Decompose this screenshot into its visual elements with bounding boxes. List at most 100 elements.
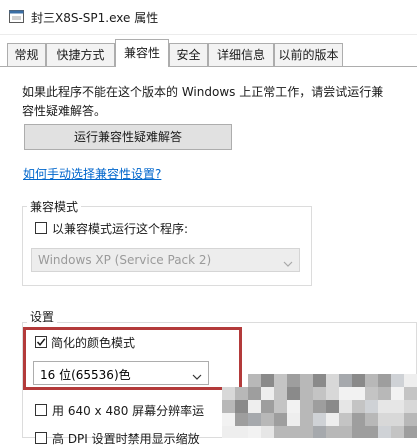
os-version-select-value: Windows XP (Service Pack 2) xyxy=(38,253,212,267)
tab-strip: 常规 快捷方式 兼容性 安全 详细信息 以前的版本 xyxy=(0,39,417,67)
watermark-pixel xyxy=(378,400,391,413)
watermark-pixel xyxy=(326,374,339,387)
res-640-checkbox[interactable] xyxy=(35,404,47,416)
watermark-pixel xyxy=(300,400,313,413)
watermark-pixel xyxy=(287,413,300,426)
watermark-pixel xyxy=(326,400,339,413)
watermark-pixel xyxy=(339,387,352,400)
highlight-annotation-box xyxy=(23,327,242,390)
watermark-pixel xyxy=(261,413,274,426)
watermark-pixel xyxy=(391,413,404,426)
title-divider xyxy=(0,34,417,35)
watermark-pixel xyxy=(222,413,235,426)
watermark-pixel xyxy=(339,400,352,413)
os-version-select[interactable]: Windows XP (Service Pack 2) xyxy=(31,248,300,272)
watermark-pixel xyxy=(248,387,261,400)
watermark-pixel xyxy=(313,387,326,400)
watermark-pixel xyxy=(274,400,287,413)
run-troubleshooter-button[interactable]: 运行兼容性疑难解答 xyxy=(24,124,232,150)
compat-mode-checkbox-label: 以兼容模式运行这个程序: xyxy=(52,222,189,236)
watermark-pixel xyxy=(404,426,417,438)
watermark-pixel xyxy=(222,387,235,400)
watermark-pixel xyxy=(248,374,261,387)
watermark-pixel xyxy=(365,426,378,438)
tab-compatibility[interactable]: 兼容性 xyxy=(115,39,169,67)
watermark-pixel xyxy=(248,400,261,413)
window-title: 封三X8S-SP1.exe 属性 xyxy=(31,11,159,25)
compat-mode-group xyxy=(22,206,312,286)
watermark-pixel xyxy=(352,374,365,387)
watermark-pixel xyxy=(235,400,248,413)
manual-settings-link[interactable]: 如何手动选择兼容性设置? xyxy=(23,165,161,182)
compat-mode-group-label: 兼容模式 xyxy=(27,198,82,215)
watermark-pixel xyxy=(313,400,326,413)
watermark-pixel xyxy=(300,374,313,387)
watermark-pixel xyxy=(287,400,300,413)
watermark-pixel xyxy=(352,413,365,426)
watermark-pixel xyxy=(313,374,326,387)
watermark-pixel xyxy=(365,400,378,413)
watermark-pixel xyxy=(326,387,339,400)
tab-shortcut[interactable]: 快捷方式 xyxy=(46,43,115,66)
watermark-pixel xyxy=(391,426,404,438)
watermark-pixel xyxy=(274,374,287,387)
watermark-pixel xyxy=(339,413,352,426)
watermark-pixel xyxy=(378,426,391,438)
watermark-pixel xyxy=(378,374,391,387)
watermark-pixel xyxy=(235,387,248,400)
watermark-pixel xyxy=(404,387,417,400)
chevron-down-icon xyxy=(283,256,293,270)
watermark-pixel xyxy=(378,387,391,400)
watermark-pixel xyxy=(300,426,313,438)
watermark-pixel xyxy=(404,400,417,413)
watermark-pixel xyxy=(391,387,404,400)
compat-mode-checkbox[interactable] xyxy=(35,222,47,234)
watermark-pixel xyxy=(326,426,339,438)
tab-details[interactable]: 详细信息 xyxy=(208,43,274,66)
tab-general[interactable]: 常规 xyxy=(7,43,46,66)
watermark-pixel xyxy=(365,387,378,400)
watermark-pixel xyxy=(261,426,274,438)
watermark-pixel xyxy=(261,387,274,400)
watermark-pixel xyxy=(313,413,326,426)
watermark-pixel xyxy=(300,413,313,426)
watermark-pixel xyxy=(287,426,300,438)
watermark-pixel xyxy=(339,426,352,438)
watermark-pixel xyxy=(339,374,352,387)
watermark-pixel xyxy=(235,426,248,438)
watermark-pixel xyxy=(261,400,274,413)
watermark-pixel xyxy=(404,374,417,387)
watermark-pixel xyxy=(313,426,326,438)
watermark-pixel xyxy=(287,374,300,387)
dpi-checkbox[interactable] xyxy=(35,432,47,444)
watermark-pixel xyxy=(248,413,261,426)
res-640-label: 用 640 x 480 屏幕分辨率运 xyxy=(52,404,205,418)
watermark-pixel xyxy=(274,387,287,400)
watermark-pixel xyxy=(326,413,339,426)
tab-previous-versions[interactable]: 以前的版本 xyxy=(274,43,343,66)
watermark-pixel xyxy=(222,400,235,413)
watermark-pixel xyxy=(404,413,417,426)
watermark-pixel xyxy=(352,387,365,400)
tab-security[interactable]: 安全 xyxy=(169,43,208,66)
compat-description: 如果此程序不能在这个版本的 Windows 上正常工作，请尝试运行兼容性疑难解答… xyxy=(22,85,384,118)
watermark-pixel xyxy=(365,413,378,426)
watermark-pixel xyxy=(300,387,313,400)
watermark-pixel xyxy=(261,374,274,387)
watermark-pixel xyxy=(352,400,365,413)
watermark-pixel xyxy=(352,426,365,438)
watermark-pixel xyxy=(391,400,404,413)
title-bar[interactable]: 封三X8S-SP1.exe 属性 xyxy=(0,0,417,34)
watermark-pixel xyxy=(248,426,261,438)
pixelated-watermark xyxy=(222,374,417,438)
watermark-pixel xyxy=(287,387,300,400)
watermark-pixel xyxy=(365,374,378,387)
watermark-pixel xyxy=(274,426,287,438)
application-icon xyxy=(9,9,24,24)
watermark-pixel xyxy=(235,413,248,426)
watermark-pixel xyxy=(391,374,404,387)
settings-group-label: 设置 xyxy=(27,308,58,325)
watermark-pixel xyxy=(378,413,391,426)
watermark-pixel xyxy=(274,413,287,426)
watermark-pixel xyxy=(222,426,235,438)
